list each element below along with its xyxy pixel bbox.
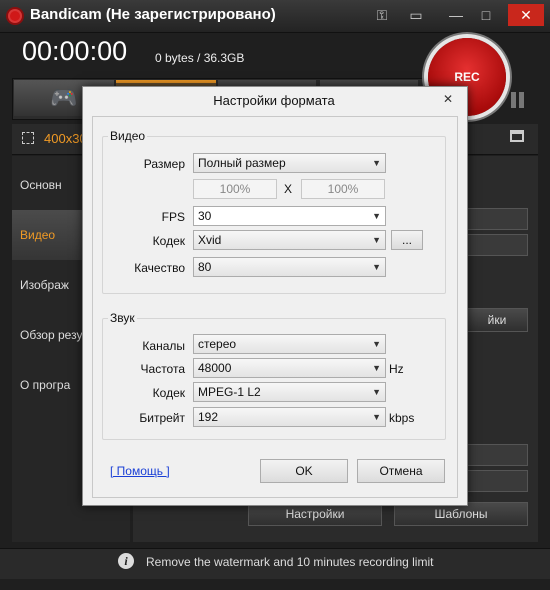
watermark-message[interactable]: Remove the watermark and 10 minutes reco…: [146, 555, 433, 569]
width-percent-field[interactable]: 100%: [193, 179, 277, 199]
chevron-down-icon: ▼: [372, 211, 381, 221]
size-value: Полный размер: [198, 156, 286, 170]
fps-value: 30: [198, 209, 212, 223]
quality-value: 80: [198, 260, 212, 274]
frequency-value: 48000: [198, 361, 232, 375]
info-icon: i: [118, 553, 134, 569]
size-label: Размер: [143, 157, 185, 171]
video-group-label: Видео: [108, 129, 148, 143]
folder-icon[interactable]: ▭: [404, 4, 428, 26]
size-dropdown[interactable]: Полный размер ▼: [193, 153, 386, 173]
dialog-title: Настройки формата: [213, 93, 335, 108]
fps-label: FPS: [161, 210, 185, 224]
video-codec-label: Кодек: [152, 234, 185, 248]
maximize-button[interactable]: □: [474, 4, 498, 26]
close-button[interactable]: ✕: [508, 4, 544, 26]
channels-dropdown[interactable]: стерео ▼: [193, 334, 386, 354]
recording-timer: 00:00:00: [22, 36, 128, 66]
file-size-readout: 0 bytes / 36.3GB: [155, 51, 245, 65]
capture-resolution[interactable]: 400x30: [44, 131, 87, 146]
help-link[interactable]: [ Помощь ]: [110, 464, 170, 478]
channels-label: Каналы: [142, 339, 185, 353]
frequency-dropdown[interactable]: 48000 ▼: [193, 358, 386, 378]
chevron-down-icon: ▼: [372, 363, 381, 373]
dimension-separator: X: [284, 182, 293, 196]
selection-icon: [22, 132, 34, 144]
bitrate-dropdown[interactable]: 192 ▼: [193, 407, 386, 427]
window-title: Bandicam (Не зарегистрировано): [30, 6, 276, 23]
chevron-down-icon: ▼: [372, 262, 381, 272]
quality-label: Качество: [134, 261, 185, 275]
pause-icon[interactable]: [510, 92, 526, 108]
hidden-field-1: [466, 208, 528, 230]
gamepad-icon: 🎮: [50, 85, 78, 110]
dialog-close-button[interactable]: ✕: [436, 91, 460, 107]
minimize-button[interactable]: —: [444, 4, 468, 26]
audio-codec-label: Кодек: [152, 386, 185, 400]
frequency-unit: Hz: [389, 362, 404, 376]
video-codec-value: Xvid: [198, 233, 222, 247]
frequency-label: Частота: [140, 362, 185, 376]
settings-button-right[interactable]: йки: [466, 308, 528, 332]
hidden-field-2: [466, 234, 528, 256]
chevron-down-icon: ▼: [372, 158, 381, 168]
bitrate-value: 192: [198, 410, 219, 424]
height-percent-field[interactable]: 100%: [301, 179, 385, 199]
window-icon[interactable]: [510, 130, 524, 142]
key-icon[interactable]: ⚿: [370, 4, 394, 26]
codec-settings-button[interactable]: ...: [391, 230, 423, 250]
chevron-down-icon: ▼: [372, 387, 381, 397]
hidden-field-4: [466, 470, 528, 492]
audio-codec-dropdown[interactable]: MPEG-1 L2 ▼: [193, 382, 386, 402]
video-codec-dropdown[interactable]: Xvid ▼: [193, 230, 386, 250]
fps-dropdown[interactable]: 30 ▼: [193, 206, 386, 226]
audio-codec-value: MPEG-1 L2: [198, 385, 261, 399]
channels-value: стерео: [198, 337, 237, 351]
chevron-down-icon: ▼: [372, 235, 381, 245]
bitrate-label: Битрейт: [139, 411, 185, 425]
bandicam-logo-icon: [8, 9, 22, 23]
bitrate-unit: kbps: [389, 411, 415, 425]
chevron-down-icon: ▼: [372, 412, 381, 422]
hidden-field-3: [466, 444, 528, 466]
chevron-down-icon: ▼: [372, 339, 381, 349]
audio-group-label: Звук: [108, 311, 137, 325]
ok-button[interactable]: OK: [260, 459, 348, 483]
quality-dropdown[interactable]: 80 ▼: [193, 257, 386, 277]
cancel-button[interactable]: Отмена: [357, 459, 445, 483]
